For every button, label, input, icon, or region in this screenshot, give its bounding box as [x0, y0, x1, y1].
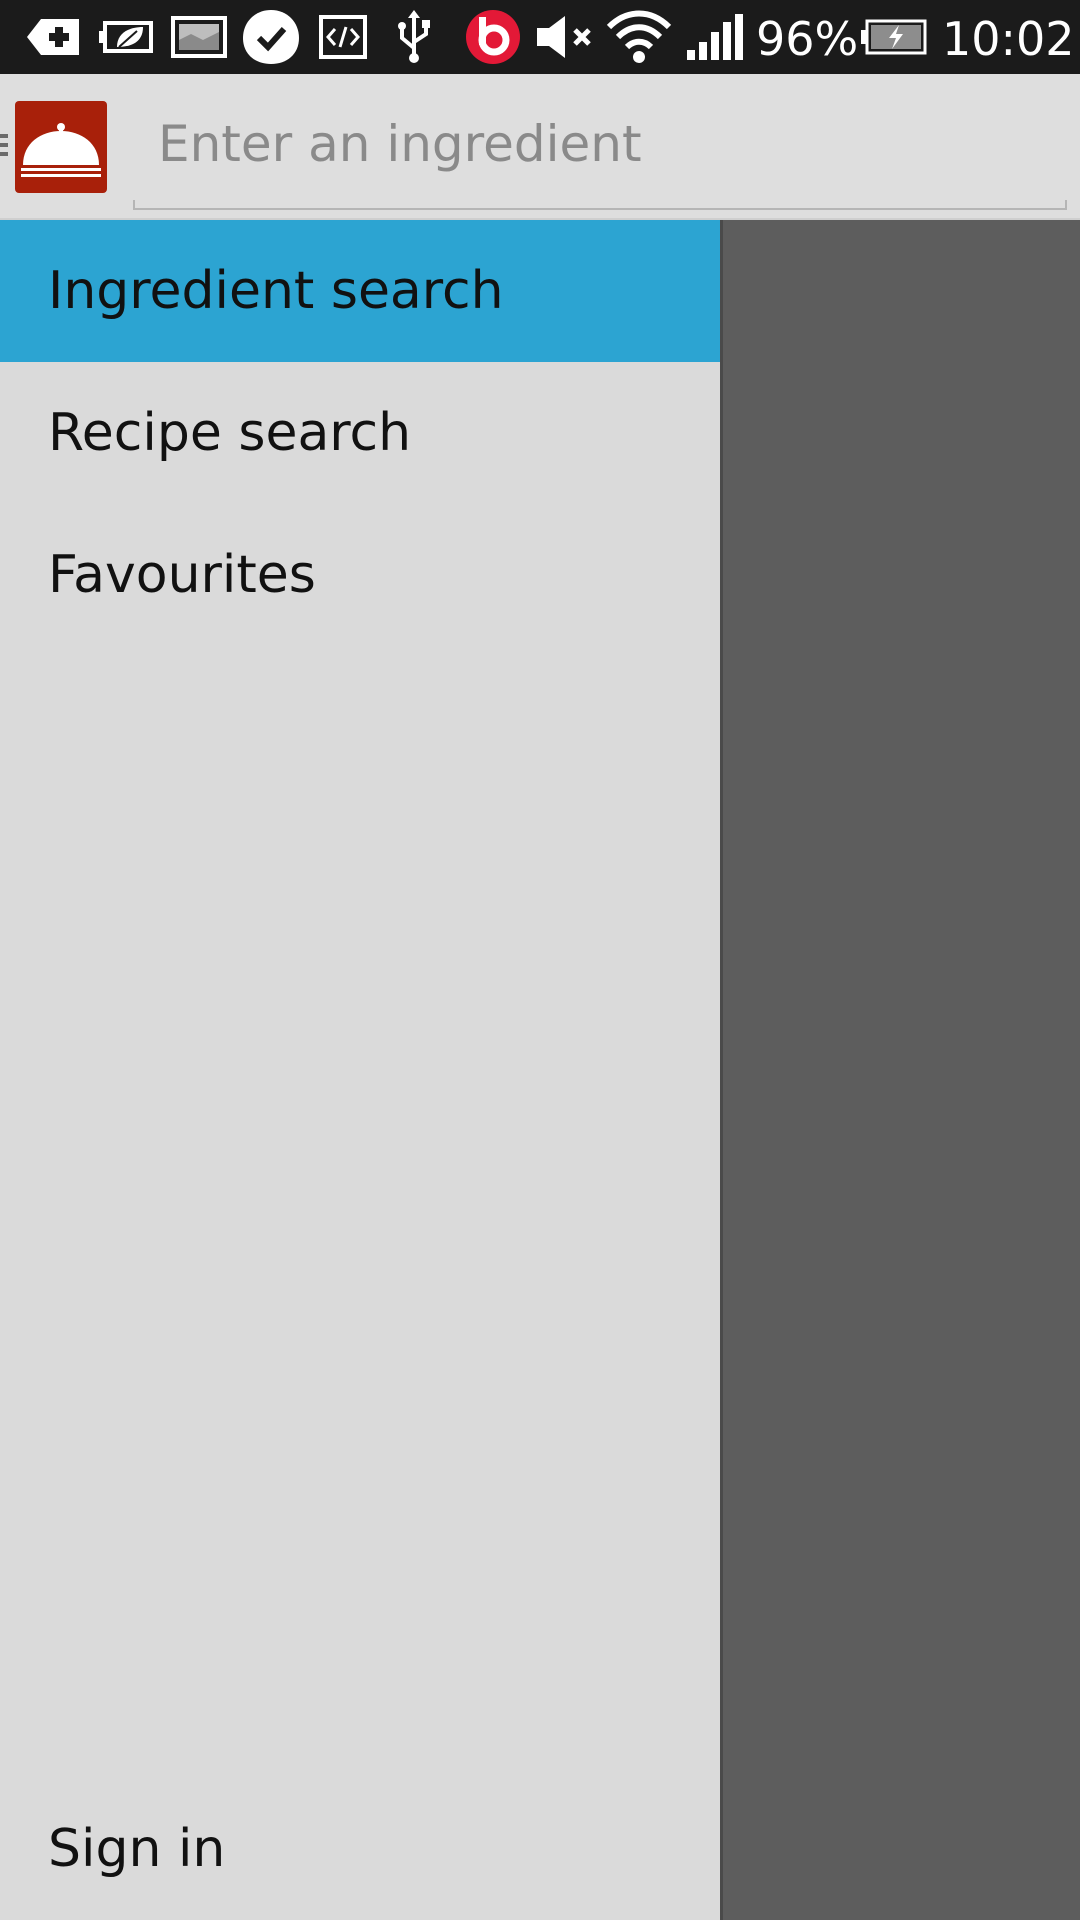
action-bar: [0, 74, 1080, 220]
ingredient-search-input[interactable]: [134, 100, 1064, 188]
check-bubble-icon: [240, 0, 302, 74]
content-scrim[interactable]: [723, 220, 1080, 1920]
beats-icon: [464, 0, 522, 74]
sign-in-button[interactable]: Sign in: [0, 1778, 720, 1920]
battery-percent: 96%: [756, 12, 859, 66]
wifi-icon: [604, 0, 674, 74]
clock: 10:02: [942, 12, 1075, 66]
navigation-drawer: Ingredient search Recipe search Favourit…: [0, 220, 723, 1920]
image-icon: [170, 0, 228, 74]
mute-icon: [534, 0, 598, 74]
drawer-item-favourites[interactable]: Favourites: [0, 504, 720, 646]
cloche-icon: [21, 123, 101, 177]
hospital-cross-icon: [24, 0, 82, 74]
drawer-item-ingredient-search[interactable]: Ingredient search: [0, 220, 720, 362]
leaf-battery-icon: [96, 0, 156, 74]
search-underline: [133, 200, 1067, 210]
app-root: 96% 10:02 I: [0, 0, 1080, 1920]
code-icon: [318, 0, 368, 74]
battery-charging-icon: [858, 0, 928, 74]
status-bar: 96% 10:02: [0, 0, 1080, 74]
drawer-item-recipe-search[interactable]: Recipe search: [0, 362, 720, 504]
app-logo[interactable]: [15, 101, 107, 193]
usb-icon: [390, 0, 438, 74]
signal-icon: [684, 0, 744, 74]
drawer-indicator-icon[interactable]: [0, 134, 8, 156]
